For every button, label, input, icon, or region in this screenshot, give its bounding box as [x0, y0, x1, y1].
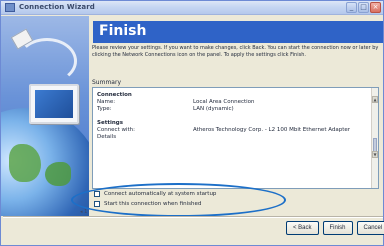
intro-text: Please review your settings. If you want… [92, 45, 379, 58]
back-button[interactable]: < Back [286, 221, 319, 235]
summary-row: Connect with: Atheros Technology Corp. -… [97, 127, 369, 134]
summary-row: Details [97, 134, 369, 141]
summary-key: Name: [97, 99, 116, 105]
minimize-button[interactable]: _ [346, 2, 357, 13]
connection-section-title: Connection [97, 92, 132, 98]
maximize-button[interactable]: □ [358, 2, 369, 13]
footer-divider [3, 216, 383, 218]
page-title: Finish [99, 23, 147, 39]
network-cable-icon [17, 38, 77, 84]
close-button[interactable]: × [370, 2, 381, 13]
summary-scrollbar[interactable]: ▲ ▼ [371, 88, 378, 188]
highlight-ellipse-annotation [71, 183, 286, 217]
details-label: Details [97, 134, 117, 140]
summary-box[interactable]: Connection Name: Local Area Connection T… [92, 87, 379, 189]
monitor-screen [35, 90, 73, 118]
monitor-icon [29, 84, 79, 124]
page-heading-bar: Finish [93, 21, 383, 43]
window-controls: _ □ × [346, 2, 381, 13]
title-bar[interactable]: Connection Wizard _ □ × [1, 1, 383, 15]
back-marker: ◂ 1 [80, 209, 88, 215]
summary-content: Connection Name: Local Area Connection T… [97, 92, 369, 141]
continent-shape [45, 162, 71, 186]
summary-value: LAN (dynamic) [193, 106, 234, 112]
scroll-up-button[interactable]: ▲ [372, 96, 378, 103]
network-icon [5, 3, 15, 12]
summary-value: Local Area Connection [193, 99, 255, 105]
settings-section-title: Settings [97, 120, 123, 126]
summary-row: Name: Local Area Connection [97, 99, 369, 106]
connection-wizard-window: Connection Wizard _ □ × Finish Please re… [0, 0, 384, 246]
summary-label: Summary [92, 79, 121, 86]
cancel-button[interactable]: Cancel [356, 221, 384, 235]
scroll-thumb[interactable] [373, 138, 377, 152]
summary-row: Type: LAN (dynamic) [97, 106, 369, 113]
window-title: Connection Wizard [19, 3, 95, 11]
wizard-banner-image [1, 16, 89, 216]
footer-buttons: < Back Finish Cancel [286, 221, 384, 235]
scroll-down-button[interactable]: ▼ [372, 151, 378, 158]
continent-shape [9, 144, 41, 182]
summary-value: Atheros Technology Corp. - L2 100 Mbit E… [193, 127, 351, 133]
summary-key: Type: [97, 106, 112, 112]
summary-key: Connect with: [97, 127, 136, 133]
finish-button[interactable]: Finish [322, 221, 353, 235]
